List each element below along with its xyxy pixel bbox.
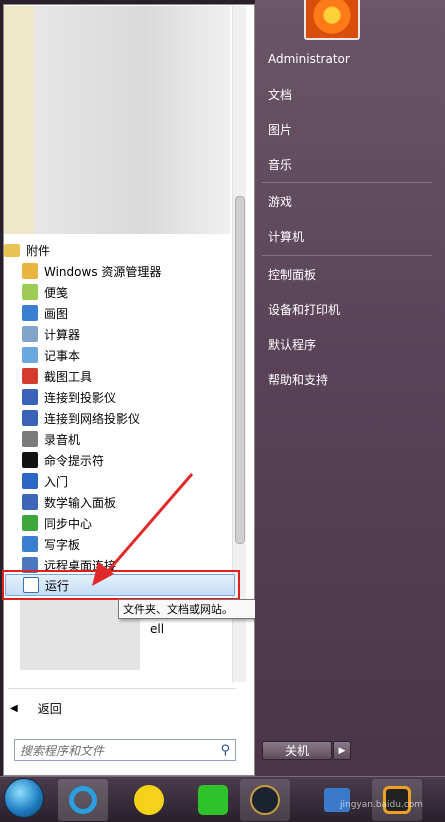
search-icon[interactable]: ⚲ [220, 743, 230, 758]
snipping-tool-icon [22, 368, 38, 384]
right-pane-item[interactable]: 文档 [268, 84, 292, 104]
scrollbar-thumb[interactable] [235, 196, 245, 544]
shutdown-label: 关机 [284, 744, 309, 758]
search-input[interactable]: 搜索程序和文件 ⚲ [14, 739, 236, 761]
red-arrow-icon [92, 473, 194, 586]
paint-icon [22, 305, 38, 321]
sound-recorder-icon [22, 431, 38, 447]
right-pane-item[interactable]: 计算机 [268, 226, 304, 246]
shutdown-options-button[interactable]: ▶ [333, 741, 351, 760]
start-menu: 附件 Windows 资源管理器 便笺画图计算器记事本截图工具连接到投影仪连接到网… [0, 0, 445, 776]
taskbar-game-icon[interactable] [240, 779, 290, 821]
program-label: 录音机 [44, 432, 81, 447]
right-pane-item[interactable]: Administrator [268, 49, 350, 69]
watermark-text: jingyan.baidu.com [340, 800, 424, 810]
right-pane-divider [262, 182, 432, 183]
right-pane-item[interactable]: 游戏 [268, 191, 292, 211]
program-label: Windows 资源管理器 [44, 264, 162, 279]
right-pane-item[interactable]: 图片 [268, 119, 292, 139]
sync-center-icon [22, 515, 38, 531]
program-item-connect-network-projector[interactable]: 连接到网络投影仪 [22, 408, 232, 428]
taskbar-music-icon[interactable] [124, 779, 174, 821]
wordpad-icon [22, 536, 38, 552]
search-placeholder: 搜索程序和文件 [20, 743, 105, 758]
command-prompt-icon [22, 452, 38, 468]
program-label: 同步中心 [44, 516, 93, 531]
program-label: 入门 [44, 474, 69, 489]
program-item-calculator[interactable]: 计算器 [22, 324, 232, 344]
right-pane-item[interactable]: 音乐 [268, 154, 292, 174]
right-pane-item[interactable]: 帮助和支持 [268, 369, 328, 389]
shutdown-button[interactable]: 关机 [262, 741, 332, 760]
back-button[interactable]: ◀ 返回 [10, 700, 62, 717]
program-label: 画图 [44, 306, 69, 321]
user-avatar[interactable] [304, 0, 360, 40]
connect-projector-icon [22, 389, 38, 405]
calculator-icon [22, 326, 38, 342]
sticky-notes-icon [22, 284, 38, 300]
program-item-connect-projector[interactable]: 连接到投影仪 [22, 387, 232, 407]
accessories-folder-label: 附件 [26, 243, 51, 258]
program-label: 命令提示符 [44, 453, 105, 468]
program-item-windows-explorer[interactable]: Windows 资源管理器 [22, 261, 232, 281]
partial-program-label: ell [150, 622, 165, 636]
partial-program-item[interactable]: ell [150, 619, 210, 639]
taskbar-iqiyi-icon[interactable] [188, 779, 238, 821]
program-label: 记事本 [44, 348, 81, 363]
right-pane-item[interactable]: 默认程序 [268, 334, 316, 354]
windows-explorer-icon [22, 263, 38, 279]
program-item-paint[interactable]: 画图 [22, 303, 232, 323]
start-orb-icon[interactable] [4, 778, 44, 818]
math-input-panel-icon [22, 494, 38, 510]
right-pane-divider [262, 255, 432, 256]
back-label: 返回 [37, 702, 62, 716]
blurred-content [4, 6, 230, 234]
program-label: 截图工具 [44, 369, 93, 384]
taskbar [0, 776, 445, 822]
program-item-command-prompt[interactable]: 命令提示符 [22, 450, 232, 470]
program-label: 便笺 [44, 285, 69, 300]
accessories-folder[interactable]: 附件 [4, 240, 50, 260]
folder-icon [4, 243, 20, 257]
program-label: 连接到网络投影仪 [44, 411, 141, 426]
program-item-notepad[interactable]: 记事本 [22, 345, 232, 365]
program-label: 连接到投影仪 [44, 390, 117, 405]
back-arrow-icon: ◀ [10, 703, 18, 714]
program-item-sticky-notes[interactable]: 便笺 [22, 282, 232, 302]
getting-started-icon [22, 473, 38, 489]
run-tooltip: 文件夹、文档或网站。 [118, 599, 276, 619]
notepad-icon [22, 347, 38, 363]
program-item-snipping-tool[interactable]: 截图工具 [22, 366, 232, 386]
program-item-sound-recorder[interactable]: 录音机 [22, 429, 232, 449]
program-label: 计算器 [44, 327, 81, 342]
right-pane-item[interactable]: 设备和打印机 [268, 299, 340, 319]
taskbar-browser-icon[interactable] [58, 779, 108, 821]
divider [8, 688, 236, 689]
run-tooltip-text: 文件夹、文档或网站。 [123, 603, 233, 616]
connect-network-projector-icon [22, 410, 38, 426]
chevron-right-icon: ▶ [338, 745, 346, 756]
right-pane-item[interactable]: 控制面板 [268, 264, 316, 284]
program-label: 写字板 [44, 537, 81, 552]
